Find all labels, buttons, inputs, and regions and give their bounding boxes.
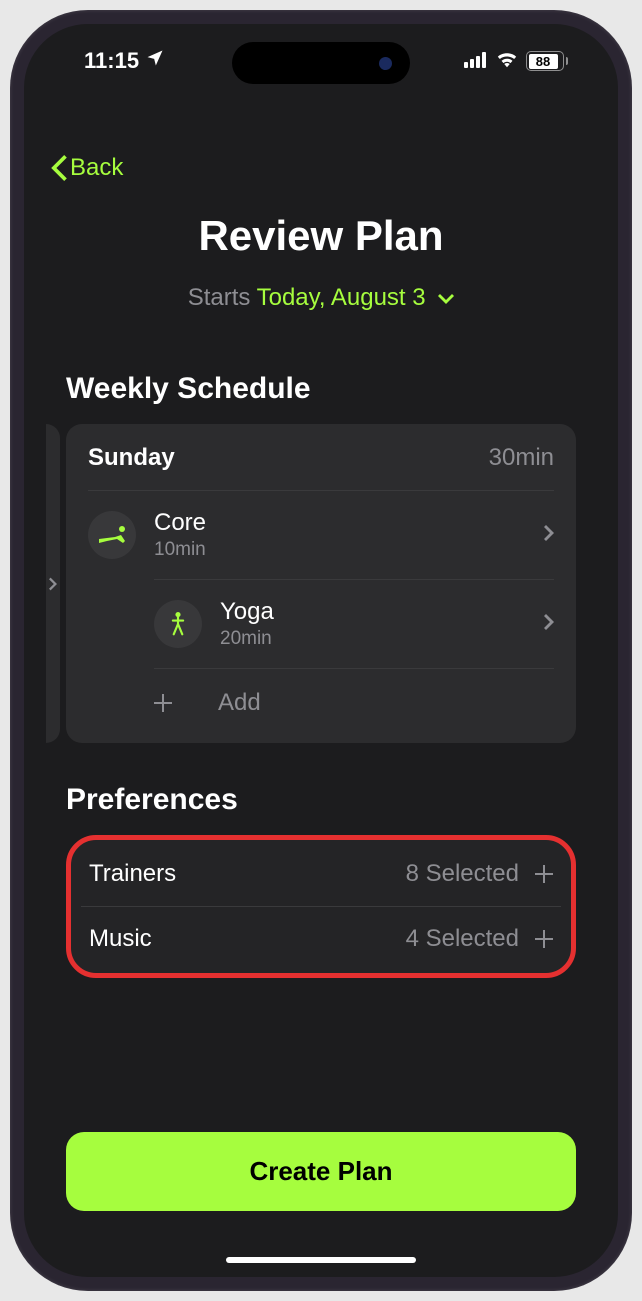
location-icon: [145, 48, 165, 74]
back-button[interactable]: Back: [24, 144, 618, 212]
plus-icon: [154, 694, 172, 712]
phone-frame: 11:15 88: [10, 10, 632, 1291]
schedule-heading: Weekly Schedule: [24, 372, 618, 424]
phone-screen: 11:15 88: [24, 24, 618, 1277]
content-area: Back Review Plan Starts Today, August 3 …: [24, 24, 618, 1277]
status-left: 11:15: [84, 48, 165, 74]
plus-icon: [535, 930, 553, 948]
starts-prefix: Starts: [188, 284, 257, 311]
chevron-down-icon: [438, 294, 454, 304]
pref-label: Music: [89, 925, 152, 953]
core-icon: [88, 511, 136, 559]
pref-row-trainers[interactable]: Trainers 8 Selected: [81, 842, 561, 906]
add-workout-button[interactable]: Add: [154, 668, 554, 733]
status-right: 88: [464, 48, 568, 74]
day-total-duration: 30min: [489, 444, 554, 472]
workout-duration: 20min: [220, 628, 526, 650]
starts-date: Today, August 3: [257, 284, 426, 311]
day-name: Sunday: [88, 444, 175, 472]
battery-icon: 88: [526, 51, 568, 71]
wifi-icon: [496, 48, 518, 74]
start-date-selector[interactable]: Starts Today, August 3: [24, 284, 618, 312]
chevron-left-icon: [50, 155, 68, 181]
back-label: Back: [70, 154, 123, 182]
dynamic-island: [232, 42, 410, 84]
page-title: Review Plan: [24, 212, 618, 260]
pref-row-music[interactable]: Music 4 Selected: [81, 906, 561, 971]
camera-dot: [379, 57, 392, 70]
preferences-section: Preferences Trainers 8 Selected Music 4 …: [24, 783, 618, 978]
workout-name: Yoga: [220, 598, 526, 626]
plus-icon: [535, 865, 553, 883]
cellular-icon: [464, 48, 488, 74]
chevron-right-icon: [544, 525, 554, 546]
add-label: Add: [202, 689, 261, 717]
workout-row-core[interactable]: Core 10min: [88, 491, 554, 579]
pref-value: 4 Selected: [406, 925, 519, 953]
home-indicator[interactable]: [226, 1257, 416, 1263]
workout-list: Core 10min: [88, 491, 554, 668]
workout-name: Core: [154, 509, 526, 537]
schedule-carousel[interactable]: Sunday 30min Core 10min: [24, 424, 618, 783]
day-header: Sunday 30min: [88, 444, 554, 491]
previous-day-card-edge[interactable]: [46, 424, 60, 743]
create-plan-button[interactable]: Create Plan: [66, 1132, 576, 1211]
pref-value: 8 Selected: [406, 860, 519, 888]
battery-level: 88: [529, 54, 558, 69]
yoga-icon: [154, 600, 202, 648]
preferences-highlight: Trainers 8 Selected Music 4 Selected: [66, 835, 576, 978]
day-card: Sunday 30min Core 10min: [66, 424, 576, 743]
workout-row-yoga[interactable]: Yoga 20min: [154, 579, 554, 668]
workout-duration: 10min: [154, 539, 526, 561]
chevron-right-icon: [49, 577, 57, 591]
preferences-heading: Preferences: [66, 783, 576, 835]
pref-label: Trainers: [89, 860, 176, 888]
chevron-right-icon: [544, 614, 554, 635]
status-time: 11:15: [84, 48, 139, 74]
